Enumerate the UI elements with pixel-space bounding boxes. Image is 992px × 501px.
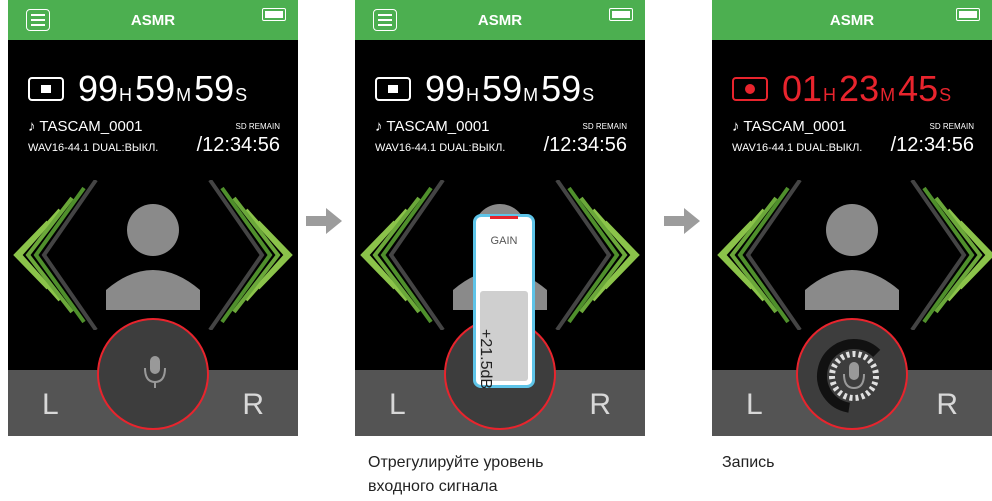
top-bar: ASMR	[8, 0, 298, 40]
sd-remain-time: /12:34:56	[543, 134, 627, 156]
asmr-visual	[717, 180, 992, 330]
recorder-screen-idle: ASMR 99H59M59S ♪ TASCAM_0001 SD REMAIN W…	[8, 0, 298, 436]
arrow-right-icon	[664, 208, 700, 234]
app-title: ASMR	[829, 12, 875, 29]
record-button[interactable]	[732, 77, 768, 101]
top-bar: ASMR	[712, 0, 992, 40]
asmr-visual	[13, 180, 293, 330]
caption-adjust-gain-line2: входного сигнала	[368, 478, 498, 495]
sd-remain-label: SD REMAIN	[929, 122, 974, 131]
file-name: ♪ TASCAM_0001	[375, 118, 490, 135]
time-counter: 01H23M45S	[782, 68, 952, 109]
channel-right-label: R	[589, 388, 611, 421]
level-meter-icon	[817, 339, 891, 413]
sd-remain-time: /12:34:56	[890, 134, 974, 156]
mic-gain-button[interactable]	[97, 318, 209, 430]
mic-icon	[144, 356, 166, 388]
channel-left-label: L	[746, 388, 763, 421]
file-format: WAV16-44.1 DUAL:ВЫКЛ.	[732, 142, 863, 154]
sd-remain-time: /12:34:56	[196, 134, 280, 156]
channel-left-label: L	[389, 388, 406, 421]
app-title: ASMR	[130, 12, 176, 29]
file-name: ♪ TASCAM_0001	[28, 118, 143, 135]
channel-right-label: R	[936, 388, 958, 421]
sd-remain-label: SD REMAIN	[582, 122, 627, 131]
top-bar: ASMR	[355, 0, 645, 40]
time-counter: 99H59M59S	[78, 68, 248, 109]
stop-button[interactable]	[28, 77, 64, 101]
battery-icon	[262, 8, 286, 21]
caption-adjust-gain: Отрегулируйте уровень	[368, 454, 544, 471]
sd-remain-label: SD REMAIN	[235, 122, 280, 131]
gain-slider[interactable]: GAIN +21.5dB	[473, 214, 535, 389]
channel-right-label: R	[242, 388, 264, 421]
arrow-right-icon	[306, 208, 342, 234]
channel-left-label: L	[42, 388, 59, 421]
gain-value: +21.5dB	[477, 329, 494, 390]
file-format: WAV16-44.1 DUAL:ВЫКЛ.	[375, 142, 506, 154]
gain-label: GAIN	[490, 235, 518, 247]
file-name: ♪ TASCAM_0001	[732, 118, 847, 135]
app-title: ASMR	[477, 12, 523, 29]
mic-gain-button[interactable]	[796, 318, 908, 430]
battery-icon	[609, 8, 633, 21]
recorder-screen-recording: ASMR 01H23M45S ♪ TASCAM_0001 SD REMAIN W…	[712, 0, 992, 436]
recorder-screen-gain: ASMR 99H59M59S ♪ TASCAM_0001 SD REMAIN W…	[355, 0, 645, 436]
time-counter: 99H59M59S	[425, 68, 595, 109]
stop-button[interactable]	[375, 77, 411, 101]
caption-record: Запись	[722, 454, 775, 471]
battery-icon	[956, 8, 980, 21]
file-format: WAV16-44.1 DUAL:ВЫКЛ.	[28, 142, 159, 154]
